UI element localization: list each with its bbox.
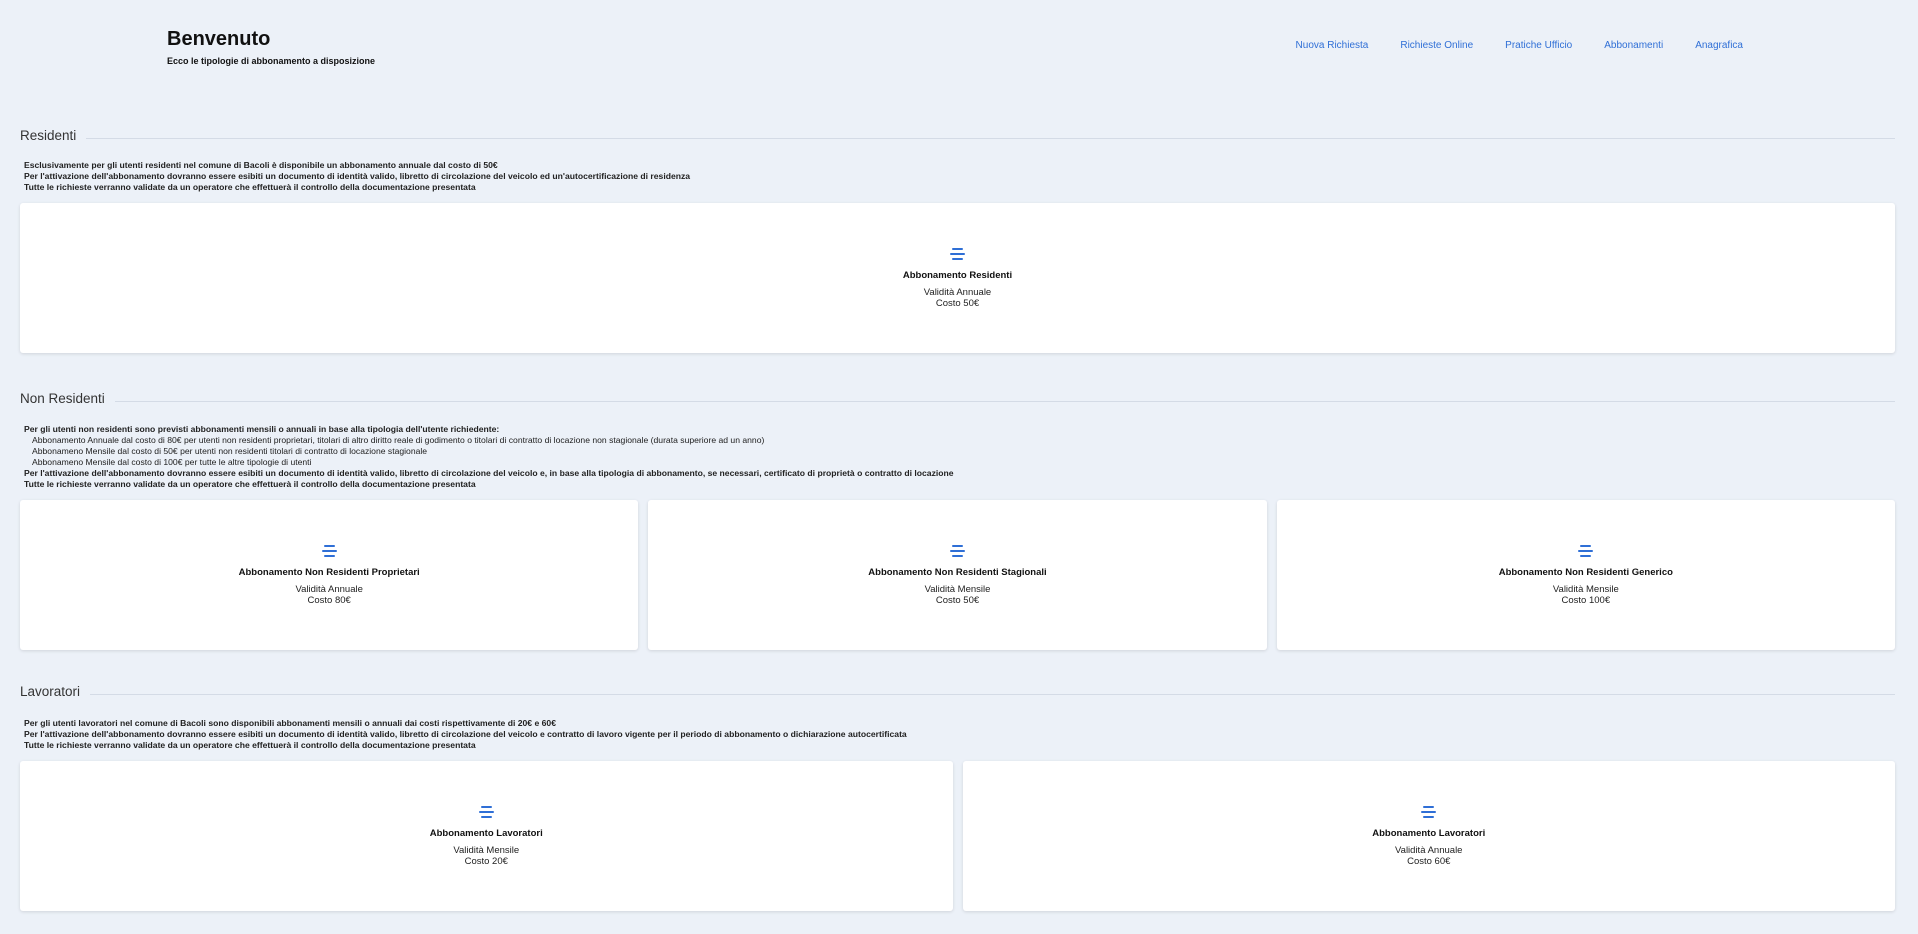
description-line: Tutte le richieste verranno validate da …	[24, 740, 476, 750]
card-title: Abbonamento Residenti	[902, 269, 1013, 281]
card-cost: Costo 20€	[464, 855, 508, 867]
nav-nuova-richiesta[interactable]: Nuova Richiesta	[1296, 40, 1369, 51]
card-cost: Costo 60€	[1407, 855, 1451, 867]
description-line: Esclusivamente per gli utenti residenti …	[24, 160, 498, 170]
subscription-card[interactable]: Abbonamento Non Residenti Proprietari Va…	[20, 500, 639, 650]
card-validity: Validità Annuale	[1395, 844, 1463, 856]
card-validity: Validità Annuale	[295, 583, 363, 595]
section-header: Residenti	[20, 128, 1895, 148]
card-validity: Validità Mensile	[924, 583, 991, 595]
card-title: Abbonamento Lavoratori	[429, 827, 543, 839]
description-item: Abbonameno Mensile dal costo di 50€ per …	[32, 446, 428, 456]
card-title: Abbonamento Non Residenti Proprietari	[238, 566, 420, 578]
card-title: Abbonamento Non Residenti Generico	[1498, 566, 1673, 578]
card-cost: Costo 80€	[307, 594, 351, 606]
description-line: Per gli utenti non residenti sono previs…	[24, 424, 500, 434]
card-validity: Validità Annuale	[923, 286, 992, 298]
section-description: Per gli utenti non residenti sono previs…	[24, 424, 1895, 490]
card-title: Abbonamento Non Residenti Stagionali	[868, 566, 1047, 578]
subscription-card[interactable]: Abbonamento Lavoratori Validità Annuale …	[962, 761, 1895, 911]
card-title: Abbonamento Lavoratori	[1372, 827, 1486, 839]
description-line: Tutte le richieste verranno validate da …	[24, 182, 476, 192]
section-header: Non Residenti	[20, 391, 1895, 411]
description-line: Per l'attivazione dell'abbonamento dovra…	[24, 729, 907, 739]
section-title: Residenti	[20, 128, 87, 143]
subscription-card[interactable]: Abbonamento Non Residenti Generico Valid…	[1276, 500, 1895, 650]
list-icon	[950, 247, 965, 261]
card-validity: Validità Mensile	[1552, 583, 1619, 595]
section-description: Esclusivamente per gli utenti residenti …	[24, 160, 1895, 193]
nav-pratiche-ufficio[interactable]: Pratiche Ufficio	[1505, 40, 1572, 51]
subscription-card[interactable]: Abbonamento Residenti Validità Annuale C…	[20, 203, 1895, 353]
nav-anagrafica[interactable]: Anagrafica	[1695, 40, 1743, 51]
section-header: Lavoratori	[20, 684, 1895, 704]
section-divider	[20, 694, 1895, 695]
page-header: Benvenuto Ecco le tipologie di abbonamen…	[0, 0, 1918, 80]
card-list: Abbonamento Non Residenti Proprietari Va…	[20, 500, 1895, 650]
card-list: Abbonamento Residenti Validità Annuale C…	[20, 203, 1895, 353]
card-cost: Costo 50€	[935, 594, 980, 606]
list-icon	[1421, 805, 1437, 819]
nav-abbonamenti[interactable]: Abbonamenti	[1604, 40, 1663, 51]
section-title: Non Residenti	[20, 391, 115, 406]
list-icon	[949, 544, 965, 558]
section-residenti: Residenti Esclusivamente per gli utenti …	[20, 128, 1895, 353]
description-line: Per l'attivazione dell'abbonamento dovra…	[24, 468, 954, 478]
section-description: Per gli utenti lavoratori nel comune di …	[24, 718, 1895, 751]
subscription-card[interactable]: Abbonamento Non Residenti Stagionali Val…	[648, 500, 1267, 650]
section-title: Lavoratori	[20, 684, 91, 699]
top-nav: Nuova Richiesta Richieste Online Pratich…	[1264, 40, 1743, 51]
section-lavoratori: Lavoratori Per gli utenti lavoratori nel…	[20, 684, 1895, 911]
list-icon	[1578, 544, 1594, 558]
card-cost: Costo 50€	[935, 297, 980, 309]
description-item: Abbonamento Annuale dal costo di 80€ per…	[32, 435, 765, 445]
page-title: Benvenuto	[167, 28, 271, 50]
list-icon	[321, 544, 337, 558]
description-line: Per gli utenti lavoratori nel comune di …	[24, 718, 556, 728]
description-item: Abbonameno Mensile dal costo di 100€ per…	[32, 457, 312, 467]
subscription-card[interactable]: Abbonamento Lavoratori Validità Mensile …	[20, 761, 953, 911]
description-line: Per l'attivazione dell'abbonamento dovra…	[24, 171, 691, 181]
section-non-residenti: Non Residenti Per gli utenti non residen…	[20, 391, 1895, 650]
card-cost: Costo 100€	[1561, 594, 1611, 606]
section-divider	[20, 138, 1895, 139]
card-list: Abbonamento Lavoratori Validità Mensile …	[20, 761, 1895, 911]
list-icon	[478, 805, 494, 819]
section-divider	[20, 401, 1895, 402]
description-line: Tutte le richieste verranno validate da …	[24, 479, 476, 489]
page-subtitle: Ecco le tipologie di abbonamento a dispo…	[167, 56, 376, 66]
card-validity: Validità Mensile	[453, 844, 520, 856]
nav-richieste-online[interactable]: Richieste Online	[1400, 40, 1473, 51]
